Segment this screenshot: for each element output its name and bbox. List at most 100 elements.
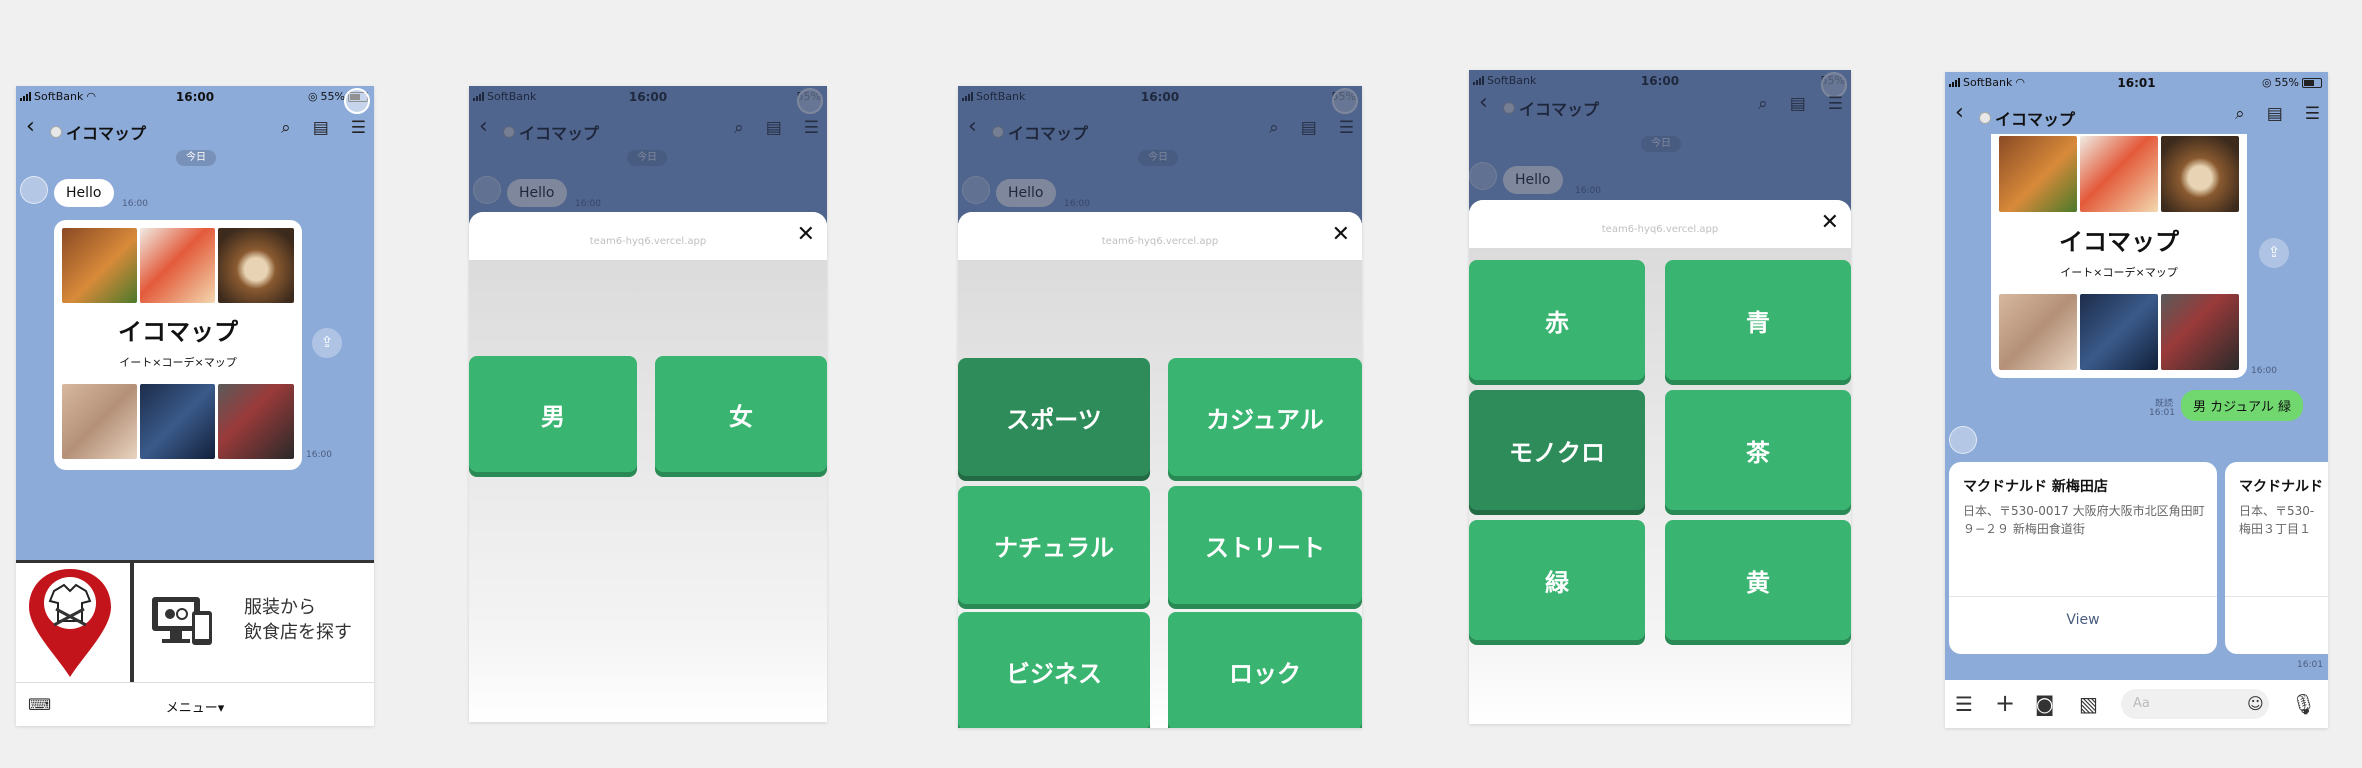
option-button-selected[interactable]: スポーツ bbox=[958, 358, 1150, 476]
option-button[interactable]: 青 bbox=[1665, 260, 1851, 380]
place-name: マクドナルド bbox=[2239, 479, 2323, 495]
sent-time: 16:01 bbox=[2149, 408, 2175, 418]
share-icon[interactable]: ⇪ bbox=[312, 328, 342, 358]
fashion-image-suits bbox=[140, 384, 215, 459]
sent-bubble: 男 カジュアル 緑 bbox=[2181, 390, 2303, 421]
webview-sheet: team6-hyq6.vercel.app ✕ 男 女 bbox=[469, 212, 827, 722]
camera-icon[interactable]: ◙ bbox=[2035, 692, 2054, 716]
card-title: イコマップ bbox=[118, 318, 238, 346]
microphone-icon[interactable]: 🎙 bbox=[2291, 692, 2316, 716]
divider bbox=[2225, 596, 2328, 597]
rich-menu: 服装から 飲食店を探す bbox=[16, 560, 374, 685]
battery-icon bbox=[2302, 77, 2322, 88]
rich-menu-label: 服装から 飲食店を探す bbox=[244, 597, 352, 643]
date-pill: 今日 bbox=[176, 150, 216, 166]
devices-icon bbox=[152, 597, 212, 645]
card-subtitle: イート×コーデ×マップ bbox=[2060, 266, 2178, 279]
webview-sheet: team6-hyq6.vercel.app ✕ 赤 青 モノクロ 茶 緑 黄 bbox=[1469, 200, 1851, 724]
phone-style-select: SoftBank 16:00 55% ‹ イコマップ ⌕▤☰ 今日 Hello … bbox=[958, 86, 1362, 728]
place-card[interactable]: マクドナルド 新梅田店 日本、〒530-0017 大阪府大阪市北区角田町９−２９… bbox=[1949, 462, 2217, 654]
chat-header: ‹ イコマップ ⌕ ▤ ☰ bbox=[1945, 94, 2328, 134]
option-button[interactable]: ナチュラル bbox=[958, 486, 1150, 604]
battery-percent: 55% bbox=[320, 90, 345, 103]
option-button[interactable]: 男 bbox=[469, 356, 637, 472]
hamburger-icon[interactable]: ☰ bbox=[351, 118, 366, 138]
divider bbox=[1949, 596, 2217, 597]
phone-color-select: SoftBank 16:00 55% ‹ イコマップ ⌕▤☰ 今日 Hello … bbox=[1469, 70, 1851, 724]
orientation-lock-icon: ◎ bbox=[307, 90, 318, 103]
fashion-image-rack bbox=[218, 384, 294, 459]
option-button[interactable]: 女 bbox=[655, 356, 827, 472]
rich-menu-logo-button[interactable] bbox=[16, 563, 134, 685]
share-icon[interactable]: ⇪ bbox=[2259, 238, 2289, 268]
webview-url: team6-hyq6.vercel.app bbox=[589, 236, 707, 247]
option-button[interactable]: ストリート bbox=[1168, 486, 1362, 604]
option-button[interactable]: ロック bbox=[1168, 612, 1362, 728]
greeting-bubble: Hello bbox=[54, 179, 114, 207]
dim-overlay bbox=[469, 86, 827, 226]
food-image-sushi bbox=[2080, 136, 2158, 212]
chat-title-text: イコマップ bbox=[66, 124, 147, 143]
food-image-steak bbox=[62, 228, 137, 303]
account-icon bbox=[1979, 112, 1991, 124]
place-address: 日本、〒530-0017 大阪府大阪市北区角田町９−２９ 新梅田食道街 bbox=[1963, 504, 2205, 536]
flex-card[interactable]: イコマップ イート×コーデ×マップ bbox=[54, 220, 302, 470]
battery-percent: 55% bbox=[2274, 76, 2299, 89]
chevron-left-icon[interactable]: ‹ bbox=[1955, 100, 1964, 125]
settings-gear-icon[interactable] bbox=[344, 88, 370, 114]
map-pin-shirt-icon bbox=[29, 569, 111, 677]
search-clock-icon[interactable]: ⌕ bbox=[281, 118, 291, 138]
bot-avatar bbox=[1949, 426, 1977, 454]
close-icon[interactable]: ✕ bbox=[1332, 222, 1350, 247]
option-button[interactable]: カジュアル bbox=[1168, 358, 1362, 476]
chat-title: イコマップ bbox=[1979, 106, 2075, 130]
card-time: 16:00 bbox=[2251, 366, 2277, 376]
phone-gender-select: SoftBank 16:00 55% ‹ イコマップ ⌕▤☰ 今日 Hello … bbox=[469, 86, 827, 722]
fashion-image-casual bbox=[62, 384, 137, 459]
option-button[interactable]: 茶 bbox=[1665, 390, 1851, 510]
dim-overlay bbox=[958, 86, 1362, 226]
place-card[interactable]: マクドナルド 日本、〒530- 梅田３丁目１ bbox=[2225, 462, 2328, 654]
input-bar: ☰ + ◙ ▧ Aa ☺ 🎙 bbox=[1945, 680, 2328, 728]
food-image-coffee bbox=[2161, 136, 2239, 212]
notes-icon[interactable]: ▤ bbox=[313, 118, 329, 138]
chat-title-text: イコマップ bbox=[1995, 110, 2076, 129]
card-time: 16:00 bbox=[306, 450, 332, 460]
option-button[interactable]: 緑 bbox=[1469, 520, 1645, 640]
chat-header: ‹ イコマップ ⌕ ▤ ☰ bbox=[16, 88, 374, 148]
chevron-left-icon[interactable]: ‹ bbox=[26, 114, 35, 139]
flex-card[interactable]: イコマップ イート×コーデ×マップ bbox=[1991, 134, 2247, 378]
status-bar: SoftBank ◠ 16:00 ◎ 55% bbox=[16, 86, 374, 108]
emoji-icon[interactable]: ☺ bbox=[2247, 694, 2264, 713]
close-icon[interactable]: ✕ bbox=[1821, 210, 1839, 235]
plus-icon[interactable]: + bbox=[1995, 689, 2015, 717]
close-icon[interactable]: ✕ bbox=[797, 222, 815, 247]
food-image-steak bbox=[1999, 136, 2077, 212]
option-button[interactable]: 赤 bbox=[1469, 260, 1645, 380]
fashion-image-rack bbox=[2161, 294, 2239, 370]
fashion-image-suits bbox=[2080, 294, 2158, 370]
status-bar: SoftBank ◠ 16:01 ◎ 55% bbox=[1945, 72, 2328, 94]
notes-icon[interactable]: ▤ bbox=[2267, 104, 2283, 124]
view-button[interactable]: View bbox=[1949, 612, 2217, 628]
card-title: イコマップ bbox=[2059, 228, 2179, 256]
rich-menu-search-by-outfit[interactable]: 服装から 飲食店を探す bbox=[138, 563, 374, 685]
phone-results: SoftBank ◠ 16:01 ◎ 55% ‹ イコマップ ⌕ ▤ ☰ イコマップ イ… bbox=[1945, 72, 2328, 728]
option-button[interactable]: 黄 bbox=[1665, 520, 1851, 640]
option-button-selected[interactable]: モノクロ bbox=[1469, 390, 1645, 510]
hamburger-icon[interactable]: ☰ bbox=[1955, 692, 1973, 716]
option-button[interactable]: ビジネス bbox=[958, 612, 1150, 728]
dim-overlay bbox=[1469, 70, 1851, 210]
menu-toggle[interactable]: メニュー▾ bbox=[16, 697, 374, 716]
card-subtitle: イート×コーデ×マップ bbox=[119, 356, 237, 369]
orientation-lock-icon: ◎ bbox=[2261, 76, 2272, 89]
image-icon[interactable]: ▧ bbox=[2079, 692, 2098, 716]
hamburger-icon[interactable]: ☰ bbox=[2305, 104, 2320, 124]
place-address: 日本、〒530- 梅田３丁目１ bbox=[2239, 504, 2315, 536]
search-clock-icon[interactable]: ⌕ bbox=[2235, 104, 2245, 124]
greeting-time: 16:00 bbox=[122, 199, 148, 209]
chat-title: イコマップ bbox=[50, 120, 146, 144]
phone-chat-richmenu: SoftBank ◠ 16:00 ◎ 55% ‹ イコマップ ⌕ ▤ ☰ 今日 Hell… bbox=[16, 86, 374, 726]
bot-avatar bbox=[20, 176, 48, 204]
webview-url: team6-hyq6.vercel.app bbox=[1601, 224, 1719, 235]
